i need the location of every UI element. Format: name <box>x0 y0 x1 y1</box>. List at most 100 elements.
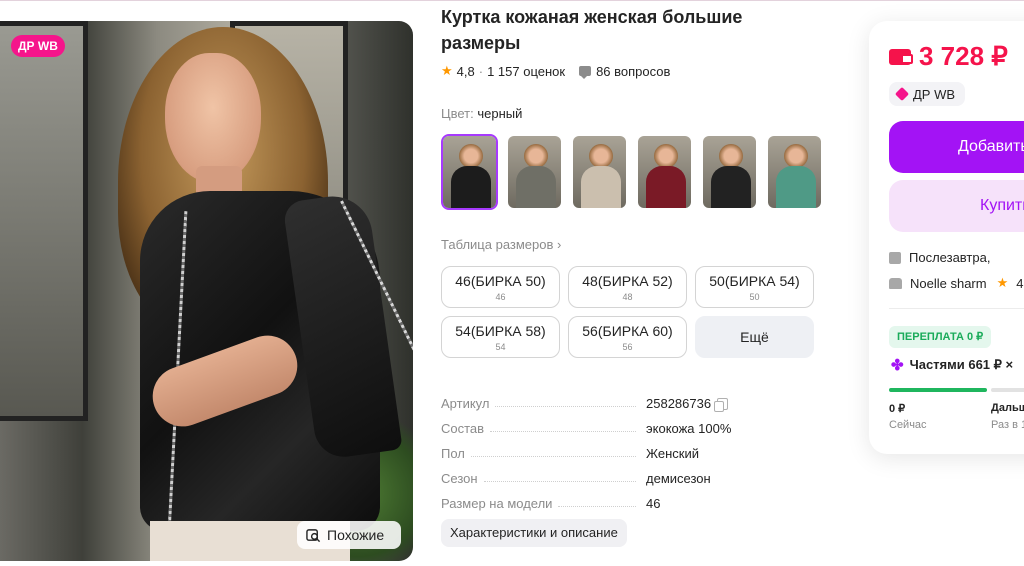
color-thumbnail-mint[interactable] <box>766 134 823 210</box>
seller-info[interactable]: Noelle sharm ★ 4 <box>889 275 1023 291</box>
article-number: 258286736 <box>646 396 712 411</box>
spec-value: экокожа 100% <box>646 421 732 436</box>
size-option[interactable]: 50(БИРКА 54) 50 <box>695 266 814 308</box>
thumbnail-model-head <box>589 144 613 168</box>
installment-info[interactable]: ✤ Частями 661 ₽ × <box>891 356 1013 374</box>
spec-dots <box>495 406 636 407</box>
color-thumbnail-beige[interactable] <box>571 134 628 210</box>
thumbnail-jacket <box>581 166 621 208</box>
size-label: 50(БИРКА 54) <box>709 273 800 289</box>
buy-now-button[interactable]: Купить <box>889 180 1024 232</box>
product-title: Куртка кожаная женская большие размеры <box>441 7 743 53</box>
size-table-link[interactable]: Таблица размеров › <box>441 237 561 252</box>
box-icon <box>889 251 901 264</box>
overpay-badge: ПЕРЕПЛАТА 0 ₽ <box>889 326 992 348</box>
seller-rating: 4 <box>1016 275 1024 291</box>
add-to-cart-button[interactable]: Добавить <box>889 121 1024 173</box>
color-value: черный <box>477 106 523 121</box>
separator-dot: · <box>478 63 484 79</box>
installment-progress-paid <box>889 388 987 392</box>
thumbnail-model-head <box>719 144 743 168</box>
dr-wb-chip[interactable]: ДР WB <box>889 82 966 106</box>
spec-key-text: Размер на модели <box>441 496 553 511</box>
installment-progress-rest <box>991 388 1024 392</box>
color-thumbnail-grey[interactable] <box>506 134 563 210</box>
copy-icon[interactable] <box>714 397 729 412</box>
spec-key-text: Пол <box>441 446 465 461</box>
spec-value: демисезон <box>646 471 711 486</box>
spec-key: Размер на модели <box>441 496 646 511</box>
installment-label: Частями 661 ₽ × <box>909 357 1014 372</box>
spec-key: Сезон <box>441 471 646 486</box>
size-option[interactable]: 56(БИРКА 60) 56 <box>568 316 687 358</box>
spec-value: Женский <box>646 446 699 461</box>
spec-dots <box>490 431 636 432</box>
price-row: 3 728 ₽ <box>889 41 1008 72</box>
size-option[interactable]: 54(БИРКА 58) 54 <box>441 316 560 358</box>
questions-link[interactable]: 86 вопросов <box>596 64 670 79</box>
spec-key: Состав <box>441 421 646 436</box>
delivery-date: Послезавтра, <box>909 250 991 265</box>
size-grid: 46(БИРКА 50) 46 48(БИРКА 52) 48 50(БИРКА 5… <box>441 266 814 358</box>
dr-wb-badge: ДР WB <box>11 35 65 57</box>
chevron-right-icon: › <box>557 237 562 252</box>
size-option[interactable]: 46(БИРКА 50) 46 <box>441 266 560 308</box>
spec-value: 46 <box>646 496 661 511</box>
spec-row: Пол Женский <box>441 436 741 461</box>
product-main-photo[interactable] <box>0 21 413 561</box>
size-label: 46(БИРКА 50) <box>455 273 546 289</box>
specs-list: Артикул 258286736 Состав экокожа 100% По… <box>441 386 741 511</box>
size-label: 56(БИРКА 60) <box>582 323 673 339</box>
top-divider <box>0 0 1024 1</box>
spec-key-text: Состав <box>441 421 485 436</box>
characteristics-button[interactable]: Характеристики и описание <box>441 519 627 547</box>
size-ru: 46 <box>495 292 506 302</box>
size-label: 54(БИРКА 58) <box>455 323 546 339</box>
spec-dots <box>558 506 636 507</box>
size-table-label: Таблица размеров <box>441 237 554 252</box>
pay-next-amount: Дальше <box>991 402 1024 414</box>
spec-row: Состав экокожа 100% <box>441 411 741 436</box>
more-sizes-button[interactable]: Ещё <box>695 316 814 358</box>
size-ru: 54 <box>495 342 506 352</box>
thumbnail-model-head <box>654 144 678 168</box>
color-thumbnail-black[interactable] <box>441 134 498 210</box>
panel-divider <box>889 308 1024 309</box>
spec-value: 258286736 <box>646 396 729 412</box>
spec-key-text: Сезон <box>441 471 478 486</box>
spec-key: Пол <box>441 446 646 461</box>
thumbnail-jacket <box>776 166 816 208</box>
thumbnail-model-head <box>524 144 548 168</box>
color-thumbnail-black-2[interactable] <box>701 134 758 210</box>
size-option[interactable]: 48(БИРКА 52) 48 <box>568 266 687 308</box>
search-similar-icon <box>306 528 321 542</box>
spec-row: Артикул 258286736 <box>441 386 741 412</box>
seller-name[interactable]: Noelle sharm <box>910 276 987 291</box>
spec-row: Сезон демисезон <box>441 461 741 486</box>
purchase-panel: 3 728 ₽ ДР WB Добавить Купить Послезавтр… <box>869 21 1024 454</box>
reviews-link[interactable]: 1 157 оценок <box>487 64 565 79</box>
pay-now-label: Сейчас <box>889 419 927 431</box>
product-meta: ★ 4,8 · 1 157 оценок 86 вопросов <box>441 63 670 79</box>
rating-value: 4,8 <box>456 63 475 79</box>
photo-model-face <box>165 53 261 183</box>
pay-next-label: Раз в 14 дней <box>991 419 1024 431</box>
shop-icon <box>889 277 902 289</box>
color-thumbnails <box>441 134 823 210</box>
wallet-icon <box>889 48 913 65</box>
thumbnail-model-head <box>459 144 483 168</box>
spec-row: Размер на модели 46 <box>441 486 741 511</box>
installment-icon: ✤ <box>891 357 904 374</box>
photo-bg-window <box>0 21 88 421</box>
thumbnail-model-head <box>784 144 808 168</box>
size-ru: 50 <box>749 292 760 302</box>
similar-button[interactable]: Похожие <box>297 521 401 549</box>
star-icon: ★ <box>996 275 1009 290</box>
size-label: 48(БИРКА 52) <box>582 273 673 289</box>
similar-label: Похожие <box>327 527 385 543</box>
color-thumbnail-burgundy[interactable] <box>636 134 693 210</box>
diamond-icon <box>894 86 910 102</box>
thumbnail-jacket <box>711 166 751 208</box>
spec-key-text: Артикул <box>441 396 490 411</box>
star-icon: ★ <box>441 63 453 78</box>
